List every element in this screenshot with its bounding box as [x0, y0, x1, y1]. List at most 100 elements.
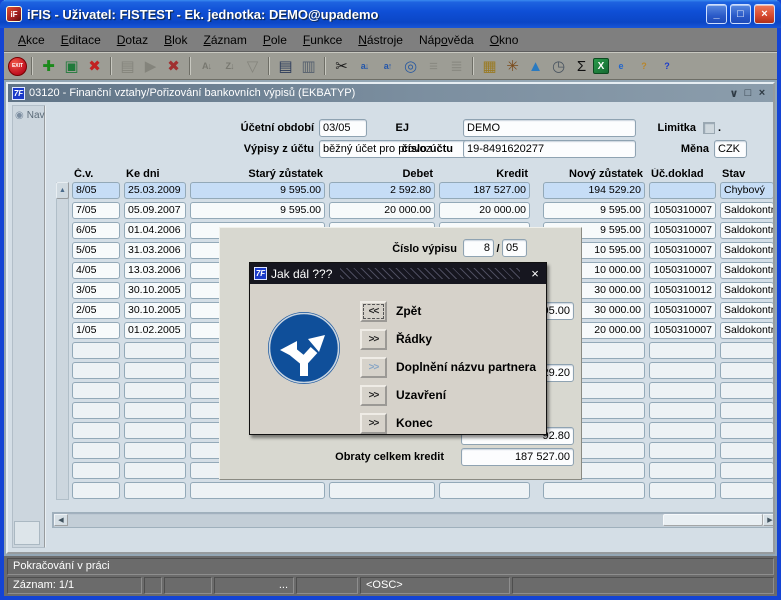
table-cell[interactable]: 20 000.00: [439, 202, 530, 219]
menu-editace[interactable]: Editace: [53, 31, 109, 49]
outline-tree-icon[interactable]: ≣: [446, 56, 467, 77]
copy-field-icon[interactable]: a↓: [354, 56, 375, 77]
table-cell[interactable]: [649, 342, 716, 359]
navigator-helm-icon[interactable]: ✳: [502, 56, 523, 77]
table-cell[interactable]: [124, 382, 186, 399]
scroll-left-icon[interactable]: ◀: [54, 514, 68, 526]
print-icon[interactable]: ▤: [275, 56, 296, 77]
table-cell[interactable]: [720, 402, 773, 419]
about-help-icon[interactable]: ?: [633, 56, 654, 77]
dialog-button-dopln-n-n-zvu-partnera[interactable]: >>: [360, 356, 387, 378]
table-cell[interactable]: 30.10.2005: [124, 302, 186, 319]
print-setup-icon[interactable]: ▥: [298, 56, 319, 77]
table-cell[interactable]: [720, 482, 773, 499]
menu-zznam[interactable]: Záznam: [195, 31, 254, 49]
find-icon[interactable]: ◎: [400, 56, 421, 77]
execute-query-icon[interactable]: ▶: [140, 56, 161, 77]
table-cell[interactable]: 01.02.2005: [124, 322, 186, 339]
table-cell[interactable]: Saldokontně: [720, 202, 773, 219]
table-cell[interactable]: 9 595.00: [190, 182, 325, 199]
table-cell[interactable]: Saldokontně: [720, 222, 773, 239]
table-cell[interactable]: 01.04.2006: [124, 222, 186, 239]
table-cell[interactable]: 1/05: [72, 322, 120, 339]
cislo-vypisu-year-field[interactable]: 05: [502, 239, 527, 257]
table-cell[interactable]: [649, 362, 716, 379]
table-cell[interactable]: [72, 362, 120, 379]
table-cell[interactable]: [72, 342, 120, 359]
table-cell[interactable]: 4/05: [72, 262, 120, 279]
paste-field-icon[interactable]: a↑: [377, 56, 398, 77]
table-cell[interactable]: [72, 482, 120, 499]
form-minimize-icon[interactable]: ∨: [727, 87, 741, 100]
table-cell[interactable]: [649, 462, 716, 479]
cut-icon[interactable]: ✂: [331, 56, 352, 77]
nav-toggle[interactable]: ◉ Nav: [13, 106, 45, 125]
dialog-button-zp-t[interactable]: <<: [360, 300, 387, 322]
editor-card-icon[interactable]: ▦: [479, 56, 500, 77]
table-cell[interactable]: [72, 382, 120, 399]
table-cell[interactable]: [649, 442, 716, 459]
table-cell[interactable]: [72, 402, 120, 419]
table-cell[interactable]: 05.09.2007: [124, 202, 186, 219]
menu-dotaz[interactable]: Dotaz: [109, 31, 156, 49]
menu-okno[interactable]: Okno: [482, 31, 527, 49]
table-cell[interactable]: [720, 362, 773, 379]
table-cell[interactable]: [439, 482, 530, 499]
table-cell[interactable]: [649, 182, 716, 199]
sort-descending-icon[interactable]: Z↓: [219, 56, 240, 77]
menu-akce[interactable]: Akce: [10, 31, 53, 49]
table-cell[interactable]: 194 529.20: [543, 182, 645, 199]
table-cell[interactable]: [124, 422, 186, 439]
table-cell[interactable]: 9 595.00: [190, 202, 325, 219]
sort-ascending-icon[interactable]: A↓: [196, 56, 217, 77]
table-cell[interactable]: 31.03.2006: [124, 242, 186, 259]
menu-pole[interactable]: Pole: [255, 31, 295, 49]
duplicate-record-icon[interactable]: ▣: [61, 56, 82, 77]
table-cell[interactable]: 30.10.2005: [124, 282, 186, 299]
cislo-uctu-field[interactable]: 19-8491620277: [463, 140, 636, 158]
table-cell[interactable]: [124, 442, 186, 459]
filter-icon[interactable]: ▽: [242, 56, 263, 77]
exit-icon[interactable]: EXIT: [8, 56, 27, 76]
horizontal-scrollbar[interactable]: ◀ ▶: [52, 512, 773, 528]
cislo-vypisu-field[interactable]: 8: [463, 239, 494, 257]
table-cell[interactable]: Saldokontně: [720, 322, 773, 339]
table-cell[interactable]: 25.03.2009: [124, 182, 186, 199]
table-cell[interactable]: 7/05: [72, 202, 120, 219]
help-icon[interactable]: ?: [656, 56, 677, 77]
scenery-window-icon[interactable]: ▲: [525, 56, 546, 77]
table-cell[interactable]: 1050310007: [649, 262, 716, 279]
table-cell[interactable]: 8/05: [72, 182, 120, 199]
table-cell[interactable]: [543, 482, 645, 499]
table-cell[interactable]: [649, 482, 716, 499]
dialog-button-konec[interactable]: >>: [360, 412, 387, 434]
table-cell[interactable]: [72, 462, 120, 479]
table-cell[interactable]: [720, 442, 773, 459]
table-cell[interactable]: [124, 482, 186, 499]
table-cell[interactable]: Saldokontně: [720, 302, 773, 319]
form-restore-icon[interactable]: □: [741, 87, 755, 99]
table-cell[interactable]: [124, 342, 186, 359]
table-cell[interactable]: [124, 462, 186, 479]
table-cell[interactable]: Saldokontně: [720, 242, 773, 259]
cancel-query-icon[interactable]: ✖: [163, 56, 184, 77]
table-cell[interactable]: [329, 482, 435, 499]
web-browser-icon[interactable]: e: [610, 56, 631, 77]
table-cell[interactable]: [190, 482, 325, 499]
table-cell[interactable]: 6/05: [72, 222, 120, 239]
excel-export-icon[interactable]: X: [593, 58, 609, 74]
delete-record-icon[interactable]: ✖: [84, 56, 105, 77]
table-cell[interactable]: Chybový: [720, 182, 773, 199]
form-close-icon[interactable]: ×: [755, 87, 769, 99]
scrollbar-thumb[interactable]: [663, 514, 763, 526]
table-cell[interactable]: [124, 362, 186, 379]
table-cell[interactable]: 20 000.00: [329, 202, 435, 219]
table-cell[interactable]: [72, 422, 120, 439]
minimize-button[interactable]: _: [706, 4, 727, 24]
enter-query-icon[interactable]: ▤: [117, 56, 138, 77]
table-cell[interactable]: [720, 422, 773, 439]
table-cell[interactable]: [720, 342, 773, 359]
outline-list-icon[interactable]: ≡: [423, 56, 444, 77]
menu-npovda[interactable]: Nápověda: [411, 31, 482, 49]
table-cell[interactable]: [649, 402, 716, 419]
